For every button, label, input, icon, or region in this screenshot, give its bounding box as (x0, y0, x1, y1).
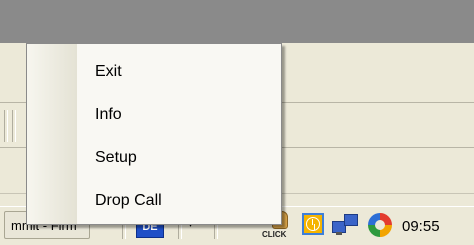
desktop-background (0, 0, 474, 43)
clock-tray-icon[interactable] (302, 213, 324, 235)
browser-tray-icon[interactable] (368, 213, 392, 237)
menu-item-info[interactable]: Info (77, 97, 281, 133)
toolbar-separator (12, 110, 16, 142)
menu-item-setup[interactable]: Setup (77, 140, 281, 176)
menu-item-exit[interactable]: Exit (77, 54, 281, 90)
tray-context-menu: Exit Info Setup Drop Call (26, 43, 282, 225)
network-tray-icon[interactable] (332, 213, 358, 237)
menu-item-drop-call[interactable]: Drop Call (77, 183, 281, 219)
menu-icon-gutter (27, 44, 77, 224)
toolbar-separator (4, 110, 8, 142)
click-icon-label: CLICK (262, 230, 287, 239)
system-clock[interactable]: 09:55 (402, 218, 440, 235)
